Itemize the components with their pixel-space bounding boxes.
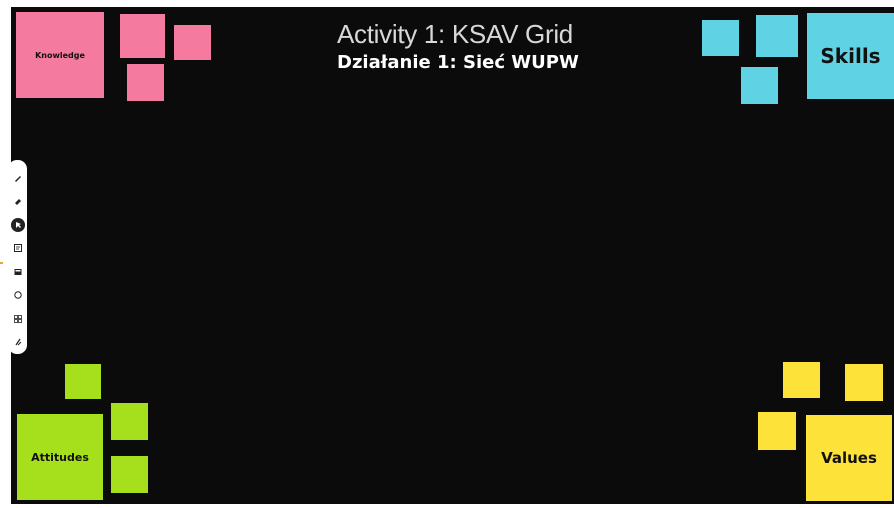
board-title: Activity 1: KSAV Grid [337, 19, 573, 49]
marker-icon[interactable] [11, 195, 25, 209]
sticky-note-values[interactable]: Values [806, 415, 892, 501]
screenshot-frame: Activity 1: KSAV Grid Działanie 1: Sieć … [0, 0, 894, 508]
sticky-note-icon[interactable] [11, 242, 25, 256]
sticky-note-blank[interactable] [111, 456, 148, 493]
card-icon[interactable] [11, 265, 25, 279]
sticky-note-blank[interactable] [845, 364, 883, 401]
pen-icon[interactable] [11, 171, 25, 185]
sticky-note-label: Attitudes [31, 450, 89, 464]
sticky-note-blank[interactable] [174, 25, 211, 60]
sticky-note-skills[interactable]: Skills [807, 13, 894, 99]
grid-icon[interactable] [11, 312, 25, 326]
sticky-note-blank[interactable] [127, 64, 164, 101]
sticky-note-label: Values [821, 449, 877, 467]
sticky-note-blank[interactable] [758, 412, 796, 450]
board-subtitle: Działanie 1: Sieć WUPW [337, 52, 579, 73]
more-icon[interactable] [11, 336, 25, 350]
sticky-note-blank[interactable] [702, 20, 739, 56]
sticky-note-blank[interactable] [783, 362, 820, 398]
sticky-note-blank[interactable] [120, 14, 165, 58]
edge-marker [0, 262, 3, 264]
sticky-note-label: Skills [820, 44, 881, 68]
shape-icon[interactable] [11, 289, 25, 303]
sticky-note-blank[interactable] [65, 364, 101, 399]
sticky-note-blank[interactable] [756, 15, 798, 57]
sticky-note-attitudes[interactable]: Attitudes [17, 414, 103, 500]
sticky-note-label: Knowledge [35, 50, 85, 60]
tool-palette [8, 160, 27, 354]
sticky-note-blank[interactable] [741, 67, 778, 104]
whiteboard-canvas[interactable]: Activity 1: KSAV Grid Działanie 1: Sieć … [11, 7, 894, 504]
sticky-note-blank[interactable] [111, 403, 148, 440]
sticky-note-knowledge[interactable]: Knowledge [16, 12, 104, 98]
select-icon[interactable] [10, 218, 25, 232]
